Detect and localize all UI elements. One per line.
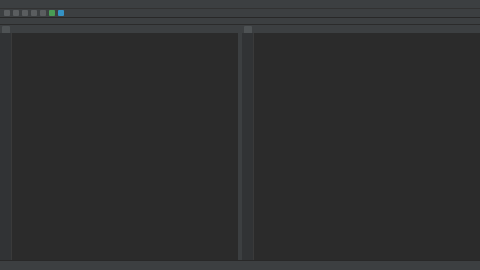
sync-icon[interactable] (22, 10, 28, 16)
open-file-icon[interactable] (4, 10, 10, 16)
redo-icon[interactable] (40, 10, 46, 16)
navigation-bar (0, 18, 480, 25)
left-line-gutter (0, 33, 12, 260)
right-editor-tab[interactable] (244, 26, 252, 33)
left-editor-tab[interactable] (2, 26, 10, 33)
right-code-area[interactable] (256, 35, 478, 260)
main-toolbar (0, 8, 480, 18)
right-tab-bar (242, 25, 480, 33)
run-icon[interactable] (49, 10, 55, 16)
debug-icon[interactable] (58, 10, 64, 16)
right-code-editor[interactable] (242, 33, 480, 260)
undo-icon[interactable] (31, 10, 37, 16)
status-bar (0, 260, 480, 270)
left-code-area[interactable] (14, 35, 236, 260)
menu-bar (0, 0, 480, 8)
left-tab-bar (0, 25, 238, 33)
right-line-gutter (242, 33, 254, 260)
ide-window (0, 0, 480, 270)
save-icon[interactable] (13, 10, 19, 16)
left-code-editor[interactable] (0, 33, 238, 260)
